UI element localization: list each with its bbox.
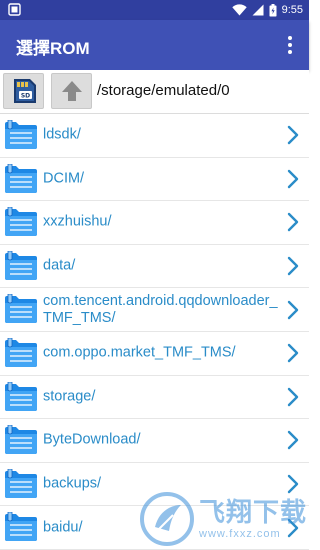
- list-item[interactable]: backups/: [0, 462, 309, 507]
- list-item[interactable]: com.oppo.market_TMF_TMS/: [0, 331, 309, 376]
- folder-icon: [5, 381, 37, 411]
- arrow-up-icon: [61, 81, 82, 101]
- folder-name: ByteDownload/: [43, 431, 141, 448]
- status-bar: 9:55: [0, 0, 309, 20]
- chevron-right-icon[interactable]: [287, 125, 299, 145]
- up-directory-button[interactable]: [51, 73, 92, 109]
- path-bar: SD /storage/emulated/0: [0, 70, 309, 114]
- more-vert-icon[interactable]: [279, 33, 301, 57]
- battery-icon: [269, 3, 277, 16]
- svg-text:SD: SD: [20, 93, 29, 100]
- folder-list: ldsdk/DCIM/xxzhuishu/data/com.tencent.an…: [0, 114, 309, 550]
- sd-card-icon: SD: [13, 79, 36, 103]
- app-bar: 選擇ROM: [0, 20, 309, 70]
- chevron-right-icon[interactable]: [287, 387, 299, 407]
- sd-card-button[interactable]: SD: [3, 73, 44, 109]
- current-path: /storage/emulated/0: [97, 82, 230, 99]
- list-item[interactable]: xxzhuishu/: [0, 201, 309, 245]
- folder-icon: [5, 163, 37, 193]
- folder-name: com.tencent.android.qqdownloader_TMF_TMS…: [43, 292, 278, 326]
- notification-icon: [8, 3, 21, 16]
- chevron-right-icon[interactable]: [287, 212, 299, 232]
- chevron-right-icon[interactable]: [287, 474, 299, 494]
- list-item[interactable]: ByteDownload/: [0, 419, 309, 463]
- folder-icon: [5, 468, 37, 498]
- chevron-right-icon[interactable]: [287, 430, 299, 450]
- list-item[interactable]: data/: [0, 244, 309, 289]
- list-item[interactable]: ldsdk/: [0, 114, 309, 158]
- folder-icon: [5, 337, 37, 367]
- folder-icon: [5, 512, 37, 542]
- list-item[interactable]: DCIM/: [0, 157, 309, 202]
- status-time: 9:55: [281, 4, 303, 16]
- folder-icon: [5, 294, 37, 324]
- chevron-right-icon[interactable]: [287, 518, 299, 538]
- folder-icon: [5, 425, 37, 455]
- folder-icon: [5, 120, 37, 149]
- list-item[interactable]: storage/: [0, 375, 309, 420]
- folder-name: DCIM/: [43, 170, 85, 187]
- folder-icon: [5, 207, 37, 237]
- folder-name: backups/: [43, 475, 102, 492]
- folder-name: com.oppo.market_TMF_TMS/: [43, 344, 236, 361]
- folder-name: baidu/: [43, 519, 83, 536]
- wifi-icon: [231, 4, 247, 16]
- folder-name: ldsdk/: [43, 126, 81, 143]
- list-item[interactable]: baidu/: [0, 506, 309, 550]
- folder-name: xxzhuishu/: [43, 213, 112, 230]
- chevron-right-icon[interactable]: [287, 343, 299, 363]
- folder-icon: [5, 250, 37, 280]
- list-item[interactable]: com.tencent.android.qqdownloader_TMF_TMS…: [0, 288, 309, 332]
- signal-icon: [252, 4, 264, 16]
- chevron-right-icon[interactable]: [287, 300, 299, 320]
- chevron-right-icon[interactable]: [287, 169, 299, 189]
- folder-name: storage/: [43, 388, 96, 405]
- folder-name: data/: [43, 257, 76, 274]
- page-title: 選擇ROM: [16, 39, 90, 58]
- chevron-right-icon[interactable]: [287, 256, 299, 276]
